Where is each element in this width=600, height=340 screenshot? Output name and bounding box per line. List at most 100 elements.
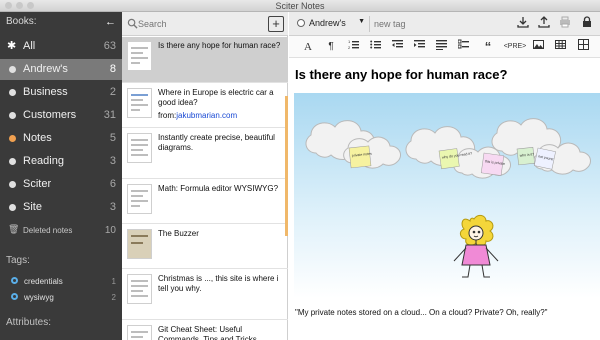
format-toolbar: A ¶ 12 “ <PRE>: [289, 36, 600, 58]
from-label: from:: [158, 111, 177, 120]
list-item[interactable]: Math: Formula editor WYSIWYG?: [122, 180, 288, 224]
bullet-icon: [9, 135, 16, 142]
window-title: Sciter Notes: [275, 1, 325, 11]
search-input[interactable]: [138, 17, 258, 31]
lock-icon[interactable]: [579, 16, 595, 32]
bullet-icon: [9, 204, 16, 211]
outdent-icon: [391, 40, 403, 48]
tag-ring-icon: [11, 277, 18, 284]
list-item[interactable]: Is there any hope for human race?: [122, 37, 288, 83]
note-title: Is there any hope for human race?: [158, 41, 281, 50]
book-select[interactable]: Andrew's ▼: [295, 16, 367, 32]
sidebar-item-notes[interactable]: Notes 5: [0, 128, 122, 149]
sidebar: Books: ← ✱ All 63 Andrew's 8 Business 2 …: [0, 12, 122, 340]
upload-icon[interactable]: [536, 16, 552, 32]
tag-item-credentials[interactable]: credentials 1: [0, 274, 122, 289]
cloud-illustration: private notes why do you read it? this i…: [294, 93, 600, 298]
list-item[interactable]: Where in Europe is electric car a good i…: [122, 84, 288, 128]
book-count: 10: [104, 225, 116, 236]
book-label: Reading: [23, 155, 64, 167]
document-title[interactable]: Is there any hope for human race?: [295, 67, 507, 82]
book-label: Site: [23, 201, 42, 213]
tags-header: Tags:: [6, 255, 30, 266]
book-count: 63: [103, 40, 116, 52]
more-tools-button[interactable]: [574, 39, 592, 55]
sidebar-item-customers[interactable]: Customers 31: [0, 105, 122, 126]
paragraph-button[interactable]: ¶: [322, 39, 340, 55]
tag-count: 1: [111, 277, 116, 286]
attributes-header: Attributes:: [6, 317, 52, 328]
editor-top-bar: Andrew's ▼: [289, 12, 600, 36]
sidebar-item-business[interactable]: Business 2: [0, 82, 122, 103]
sidebar-item-reading[interactable]: Reading 3: [0, 151, 122, 172]
tag-label: wysiwyg: [24, 293, 54, 302]
checklist-icon: [457, 39, 469, 49]
note-title: Git Cheat Sheet: Useful Commands, Tips a…: [158, 325, 257, 340]
new-tag-input[interactable]: [374, 17, 452, 30]
bullet-icon: [9, 89, 16, 96]
list-item[interactable]: Christmas is ..., this site is where i t…: [122, 270, 288, 320]
tag-item-wysiwyg[interactable]: wysiwyg 2: [0, 290, 122, 305]
note-thumbnail: [127, 184, 152, 214]
preformatted-button[interactable]: <PRE>: [501, 39, 529, 55]
bullet-icon: [9, 112, 16, 119]
note-thumbnail: [127, 133, 152, 163]
image-icon: [532, 40, 544, 49]
note-title: Instantly create precise, beautiful diag…: [158, 133, 275, 152]
add-note-button[interactable]: +: [268, 16, 284, 32]
trash-icon: 🗑: [8, 224, 20, 234]
list-item[interactable]: Instantly create precise, beautiful diag…: [122, 129, 288, 179]
app-window: Sciter Notes Books: ← ✱ All 63 Andrew's …: [0, 0, 600, 340]
sticky-note: not yours!: [533, 147, 556, 170]
bullet-icon: [9, 181, 16, 188]
indent-button[interactable]: [410, 39, 428, 55]
download-icon[interactable]: [515, 16, 531, 32]
sidebar-item-deleted-notes[interactable]: 🗑 Deleted notes 10: [0, 220, 122, 241]
svg-text:2: 2: [348, 45, 351, 50]
insert-table-button[interactable]: [551, 39, 569, 55]
outdent-button[interactable]: [388, 39, 406, 55]
list-item[interactable]: The Buzzer: [122, 225, 288, 269]
align-icon: [435, 40, 447, 50]
insert-image-button[interactable]: [529, 39, 547, 55]
bullet-icon: [9, 158, 16, 165]
font-style-button[interactable]: A: [299, 39, 317, 55]
book-label: Customers: [23, 109, 77, 121]
note-thumbnail: [127, 274, 152, 304]
unordered-list-button[interactable]: [366, 39, 384, 55]
checklist-button[interactable]: [454, 39, 472, 55]
align-button[interactable]: [432, 39, 450, 55]
document-caption[interactable]: "My private notes stored on a cloud... O…: [295, 308, 595, 317]
bullet-icon: [9, 66, 16, 73]
list-item[interactable]: Git Cheat Sheet: Useful Commands, Tips a…: [122, 321, 288, 340]
note-thumbnail: [127, 41, 152, 71]
sidebar-item-andrews[interactable]: Andrew's 8: [0, 59, 122, 80]
search-bar: +: [122, 12, 288, 36]
sidebar-item-site[interactable]: Site 3: [0, 197, 122, 218]
list-scrollbar[interactable]: [285, 96, 288, 236]
tag-count: 2: [111, 293, 116, 302]
sidebar-item-sciter[interactable]: Sciter 6: [0, 174, 122, 195]
ordered-list-button[interactable]: 12: [344, 39, 362, 55]
source-link[interactable]: jakubmarian.com: [176, 111, 237, 120]
search-icon: [127, 18, 138, 29]
title-bar: Sciter Notes: [0, 0, 600, 12]
book-label: Deleted notes: [23, 226, 73, 235]
book-label: All: [23, 40, 36, 52]
book-count: 31: [103, 109, 116, 121]
sidebar-item-all[interactable]: ✱ All 63: [0, 36, 122, 57]
editor-pane: Andrew's ▼ A ¶ 12: [289, 12, 600, 340]
book-label: Business: [23, 86, 68, 98]
note-title: The Buzzer: [158, 229, 199, 238]
print-icon[interactable]: [557, 16, 573, 32]
book-radio-icon: [297, 19, 305, 27]
book-select-value: Andrew's: [309, 18, 346, 28]
arrow-left-icon[interactable]: ←: [105, 16, 116, 28]
blockquote-button[interactable]: “: [479, 39, 497, 55]
book-label: Sciter: [23, 178, 52, 190]
note-title: Math: Formula editor WYSIWYG?: [158, 184, 279, 193]
book-count: 8: [109, 63, 116, 75]
tag-label: credentials: [24, 277, 63, 286]
book-count: 5: [109, 132, 116, 144]
book-count: 2: [109, 86, 116, 98]
